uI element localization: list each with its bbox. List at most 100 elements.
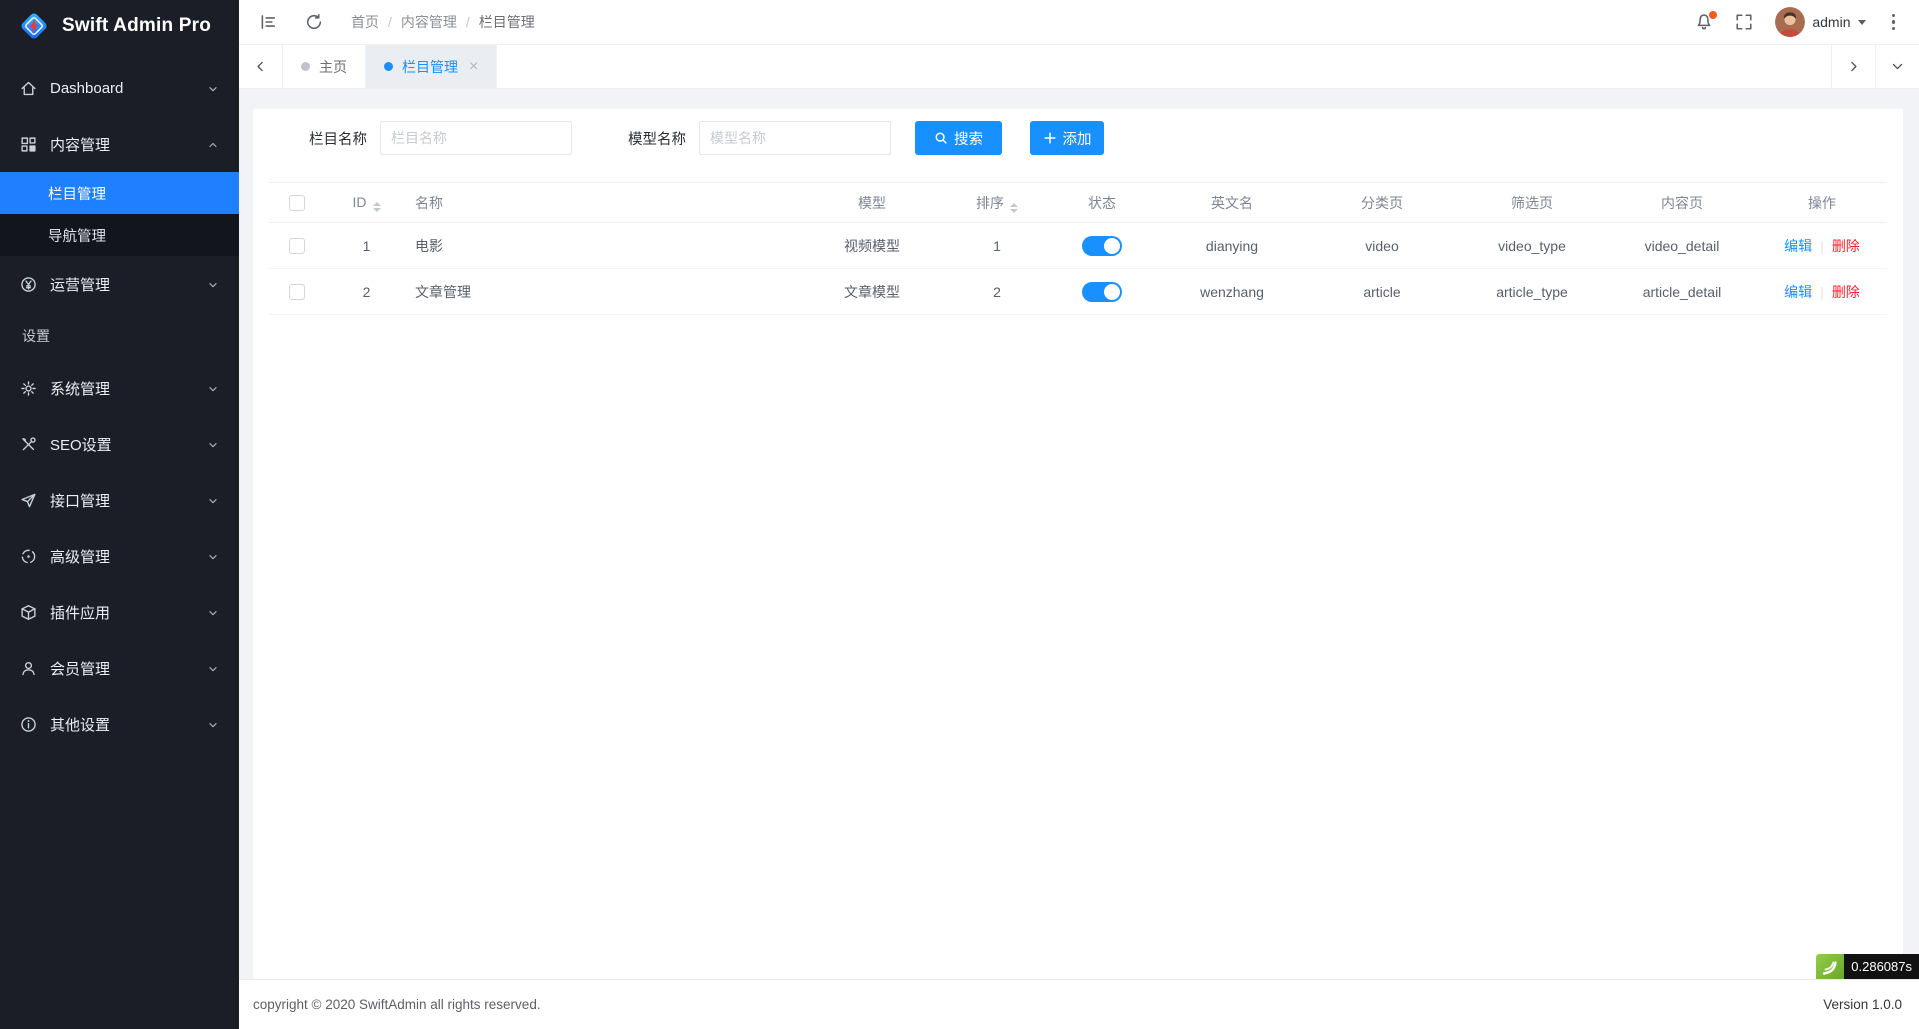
header-category-page: 分类页 bbox=[1307, 183, 1457, 223]
cell-en-name: dianying bbox=[1157, 223, 1307, 269]
delete-link[interactable]: 删除 bbox=[1832, 238, 1860, 254]
home-icon bbox=[20, 80, 37, 97]
content-card: 栏目名称 模型名称 搜索 添加 bbox=[253, 109, 1903, 979]
sidebar-item-other-settings[interactable]: 其他设置 bbox=[0, 696, 239, 752]
cell-model: 视频模型 bbox=[797, 223, 947, 269]
tab-close-icon[interactable]: × bbox=[469, 59, 478, 75]
more-options-icon[interactable] bbox=[1888, 12, 1900, 33]
avatar bbox=[1775, 7, 1805, 37]
status-toggle[interactable] bbox=[1082, 282, 1122, 302]
breadcrumb-home[interactable]: 首页 bbox=[351, 12, 379, 32]
sidebar-item-label: 会员管理 bbox=[50, 658, 110, 679]
sidebar-item-api-mgmt[interactable]: 接口管理 bbox=[0, 472, 239, 528]
header-filter-page: 筛选页 bbox=[1457, 183, 1607, 223]
collapse-sidebar-icon[interactable] bbox=[259, 13, 277, 31]
logo-diamond-icon bbox=[16, 8, 52, 44]
edit-link[interactable]: 编辑 bbox=[1784, 238, 1812, 254]
sort-icon[interactable] bbox=[1010, 203, 1018, 213]
sidebar-item-members[interactable]: 会员管理 bbox=[0, 640, 239, 696]
search-icon bbox=[934, 131, 948, 145]
user-menu[interactable]: admin bbox=[1775, 7, 1865, 37]
row-checkbox[interactable] bbox=[289, 238, 305, 254]
copyright-text: copyright © 2020 SwiftAdmin all rights r… bbox=[253, 997, 541, 1012]
tabs-dropdown[interactable] bbox=[1875, 45, 1919, 88]
search-button[interactable]: 搜索 bbox=[915, 121, 1002, 155]
header-status: 状态 bbox=[1047, 183, 1157, 223]
tab-column-mgmt[interactable]: 栏目管理 × bbox=[366, 45, 497, 88]
sidebar-submenu: 栏目管理 导航管理 bbox=[0, 172, 239, 256]
tabs-scroll-right[interactable] bbox=[1831, 45, 1875, 88]
breadcrumb-content-mgmt[interactable]: 内容管理 bbox=[401, 12, 457, 32]
action-separator: | bbox=[1820, 238, 1824, 254]
user-icon bbox=[20, 660, 37, 677]
model-name-input[interactable] bbox=[699, 121, 891, 155]
model-name-label: 模型名称 bbox=[628, 128, 686, 149]
cell-name: 文章管理 bbox=[409, 269, 797, 315]
add-button[interactable]: 添加 bbox=[1030, 121, 1104, 155]
sidebar-item-content-mgmt[interactable]: 内容管理 bbox=[0, 116, 239, 172]
header-en-name: 英文名 bbox=[1157, 183, 1307, 223]
header-sort[interactable]: 排序 bbox=[947, 183, 1047, 223]
exec-time-value: 0.286087s bbox=[1844, 954, 1919, 979]
notifications-bell-icon[interactable] bbox=[1695, 13, 1713, 31]
header-content-page: 内容页 bbox=[1607, 183, 1757, 223]
row-checkbox[interactable] bbox=[289, 284, 305, 300]
columns-table: ID 名称 模型 排序 状态 英文名 分类页 筛选页 内容页 操作 bbox=[269, 182, 1887, 315]
content-area: 栏目名称 模型名称 搜索 添加 bbox=[239, 89, 1919, 979]
app-root: Swift Admin Pro Dashboard 内容管理 栏目管理 bbox=[0, 0, 1919, 1029]
tabs-scroll-left[interactable] bbox=[239, 45, 283, 88]
grid-icon bbox=[20, 136, 37, 153]
fullscreen-icon[interactable] bbox=[1735, 13, 1753, 31]
chevron-up-icon bbox=[207, 138, 219, 150]
version-text: Version 1.0.0 bbox=[1823, 997, 1902, 1012]
header-id[interactable]: ID bbox=[324, 183, 409, 223]
cell-sort: 1 bbox=[947, 223, 1047, 269]
app-title: Swift Admin Pro bbox=[62, 15, 211, 37]
sidebar-item-label: 系统管理 bbox=[50, 378, 110, 399]
cube-icon bbox=[20, 604, 37, 621]
header-checkbox-cell bbox=[269, 183, 324, 223]
tab-label: 主页 bbox=[319, 57, 347, 77]
breadcrumb: 首页 / 内容管理 / 栏目管理 bbox=[351, 12, 535, 32]
sidebar-subitem-nav-mgmt[interactable]: 导航管理 bbox=[0, 214, 239, 256]
delete-link[interactable]: 删除 bbox=[1832, 284, 1860, 300]
sidebar-item-label: SEO设置 bbox=[50, 434, 112, 455]
breadcrumb-separator: / bbox=[388, 14, 392, 30]
sidebar-item-dashboard[interactable]: Dashboard bbox=[0, 60, 239, 116]
sidebar-item-operations[interactable]: 运营管理 bbox=[0, 256, 239, 312]
cell-sort: 2 bbox=[947, 269, 1047, 315]
chevron-down-icon bbox=[207, 606, 219, 618]
username: admin bbox=[1812, 14, 1850, 30]
sort-icon[interactable] bbox=[373, 202, 381, 212]
column-name-label: 栏目名称 bbox=[309, 128, 367, 149]
sidebar-item-seo-settings[interactable]: SEO设置 bbox=[0, 416, 239, 472]
tab-home[interactable]: 主页 bbox=[283, 45, 366, 88]
header-name: 名称 bbox=[409, 183, 797, 223]
sidebar-item-plugins[interactable]: 插件应用 bbox=[0, 584, 239, 640]
tabbar: 主页 栏目管理 × bbox=[239, 45, 1919, 89]
chevron-down-icon bbox=[207, 662, 219, 674]
chevron-down-icon bbox=[207, 278, 219, 290]
column-name-input[interactable] bbox=[380, 121, 572, 155]
sidebar-subitem-column-mgmt[interactable]: 栏目管理 bbox=[0, 172, 239, 214]
cell-content-page: article_detail bbox=[1607, 269, 1757, 315]
select-all-checkbox[interactable] bbox=[289, 195, 305, 211]
sidebar-item-system-mgmt[interactable]: 系统管理 bbox=[0, 360, 239, 416]
sidebar-item-label: 内容管理 bbox=[50, 134, 110, 155]
sidebar-item-advanced-mgmt[interactable]: 高级管理 bbox=[0, 528, 239, 584]
breadcrumb-separator: / bbox=[466, 14, 470, 30]
action-separator: | bbox=[1820, 284, 1824, 300]
cell-id: 1 bbox=[324, 223, 409, 269]
edit-link[interactable]: 编辑 bbox=[1784, 284, 1812, 300]
tabbar-spacer bbox=[497, 45, 1831, 88]
chevron-down-icon bbox=[207, 82, 219, 94]
sidebar-item-label: 接口管理 bbox=[50, 490, 110, 511]
refresh-icon[interactable] bbox=[305, 13, 323, 31]
sidebar-subitem-label: 导航管理 bbox=[48, 225, 106, 246]
chevron-down-icon bbox=[207, 438, 219, 450]
status-toggle[interactable] bbox=[1082, 236, 1122, 256]
app-logo: Swift Admin Pro bbox=[0, 0, 239, 52]
cell-model: 文章模型 bbox=[797, 269, 947, 315]
tab-dot bbox=[384, 62, 393, 71]
cell-filter-page: video_type bbox=[1457, 223, 1607, 269]
